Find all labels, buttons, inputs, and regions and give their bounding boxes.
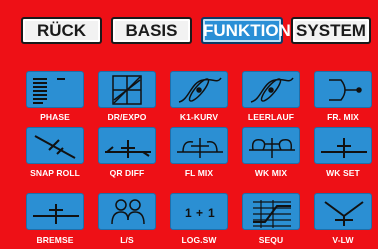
function-leerlauf-button[interactable]	[242, 71, 300, 108]
function-label: LOG.SW	[181, 235, 217, 245]
tab-system[interactable]: SYSTEM	[291, 17, 371, 44]
dr-expo-icon	[112, 75, 142, 105]
trainer-icon	[111, 199, 145, 225]
tab-bar: RÜCK BASIS FUNKTION SYSTEM	[0, 0, 378, 60]
function-k1-kurv-button[interactable]	[170, 71, 228, 108]
function-wk-mix-button[interactable]	[242, 127, 300, 164]
function-bremse-button[interactable]	[26, 193, 84, 230]
snap-roll-icon	[34, 135, 76, 159]
function-fr-mix-button[interactable]	[314, 71, 372, 108]
function-label: FR. MIX	[327, 112, 359, 122]
svg-text:1: 1	[208, 206, 215, 220]
function-fl-mix-button[interactable]	[170, 127, 228, 164]
function-wk-set-button[interactable]	[314, 127, 372, 164]
function-label: WK SET	[326, 168, 360, 178]
aileron-diff-icon	[105, 140, 151, 158]
function-label: DR/EXPO	[107, 112, 147, 122]
tab-funktion[interactable]: FUNKTION	[201, 17, 291, 44]
k1-curve-icon	[178, 77, 222, 103]
svg-text:+: +	[196, 206, 203, 220]
function-phase-button[interactable]	[26, 71, 84, 108]
function-qr-diff-button[interactable]	[98, 127, 156, 164]
function-label: V-LW	[332, 235, 354, 245]
logic-switch-icon: 1 +1	[185, 206, 215, 220]
function-label: L/S	[120, 235, 134, 245]
function-label: SEQU	[258, 235, 284, 245]
wing-set-icon	[321, 138, 367, 158]
function-ls-button[interactable]	[98, 193, 156, 230]
function-label: WK MIX	[254, 168, 288, 178]
function-label: BREMSE	[36, 235, 74, 245]
v-tail-icon	[324, 201, 364, 226]
idle-icon	[250, 77, 294, 103]
function-label: LEERLAUF	[247, 112, 295, 122]
function-v-lw-button[interactable]	[314, 193, 372, 230]
svg-text:1: 1	[185, 206, 192, 220]
function-dr-expo-button[interactable]	[98, 71, 156, 108]
function-label: FL MIX	[184, 168, 214, 178]
flap-mix-icon	[177, 138, 223, 158]
function-label: SNAP ROLL	[30, 168, 80, 178]
wing-mix-icon	[249, 138, 295, 158]
brake-icon	[33, 204, 79, 224]
function-log-sw-button[interactable]: 1 +1	[170, 193, 228, 230]
function-label: QR DIFF	[109, 168, 145, 178]
function-label: PHASE	[40, 112, 70, 122]
free-mix-icon	[329, 79, 362, 101]
function-snap-roll-button[interactable]	[26, 127, 84, 164]
sequencer-icon	[253, 200, 291, 228]
function-sequ-button[interactable]	[242, 193, 300, 230]
function-label: K1-KURV	[179, 112, 219, 122]
tab-basis[interactable]: BASIS	[111, 17, 192, 44]
phase-icon	[33, 78, 65, 104]
tab-rueck[interactable]: RÜCK	[21, 17, 102, 44]
